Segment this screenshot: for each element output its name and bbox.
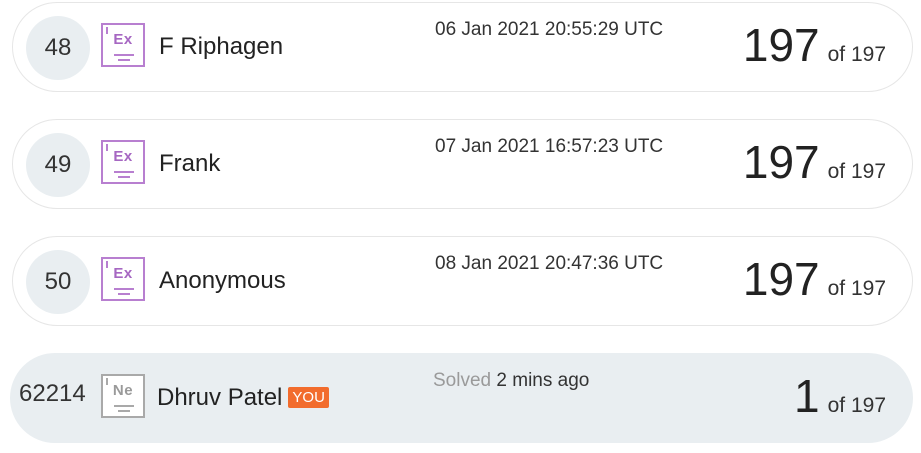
score: 1 of 197 <box>794 366 886 426</box>
badge-symbol: Ex <box>113 148 133 165</box>
rank-badge: 48 <box>26 16 90 80</box>
newbie-level-icon: Ne <box>101 374 145 418</box>
score-value: 197 <box>742 19 820 71</box>
badge-symbol: Ex <box>113 265 133 282</box>
score-value: 1 <box>794 370 820 422</box>
rank-number: 62214 <box>19 380 86 407</box>
current-user-name[interactable]: Dhruv Patel <box>157 384 282 411</box>
badge-symbol: Ex <box>113 31 133 48</box>
player-name[interactable]: Frank <box>159 150 220 178</box>
player-name[interactable]: Anonymous <box>159 267 286 295</box>
solved-timestamp: 08 Jan 2021 20:47:36 UTC <box>435 253 664 274</box>
leaderboard-row: 48 Ex F Riphagen 06 Jan 2021 20:55:29 UT… <box>12 2 913 92</box>
expert-level-icon: Ex <box>101 140 145 184</box>
rank-badge: 50 <box>26 250 90 314</box>
rank-badge: 49 <box>26 133 90 197</box>
score: 197 of 197 <box>743 132 886 192</box>
leaderboard-list: 48 Ex F Riphagen 06 Jan 2021 20:55:29 UT… <box>0 0 921 453</box>
player-name[interactable]: F Riphagen <box>159 33 283 61</box>
score: 197 of 197 <box>743 249 886 309</box>
score-total: of 197 <box>827 394 886 417</box>
badge-symbol: Ne <box>112 382 134 399</box>
score-total: of 197 <box>827 160 886 183</box>
score-total: of 197 <box>827 277 886 300</box>
solved-label: Solved <box>433 370 492 391</box>
score-value: 197 <box>742 253 820 305</box>
expert-level-icon: Ex <box>101 257 145 301</box>
expert-level-icon: Ex <box>101 23 145 67</box>
leaderboard-row: 49 Ex Frank 07 Jan 2021 16:57:23 UTC 197… <box>12 119 913 209</box>
current-user-row: 62214 Ne Dhruv Patel YOU Solved 2 mins ag… <box>10 353 913 443</box>
solved-timestamp: 07 Jan 2021 16:57:23 UTC <box>435 136 664 157</box>
solved-status: Solved 2 mins ago <box>433 370 589 392</box>
score: 197 of 197 <box>743 15 886 75</box>
player-name: Dhruv Patel YOU <box>157 384 329 412</box>
leaderboard-row: 50 Ex Anonymous 08 Jan 2021 20:47:36 UTC… <box>12 236 913 326</box>
solved-timestamp: 06 Jan 2021 20:55:29 UTC <box>435 19 664 40</box>
you-badge: YOU <box>288 387 329 408</box>
score-total: of 197 <box>827 43 886 66</box>
score-value: 197 <box>742 136 820 188</box>
solved-time: 2 mins ago <box>496 370 590 391</box>
